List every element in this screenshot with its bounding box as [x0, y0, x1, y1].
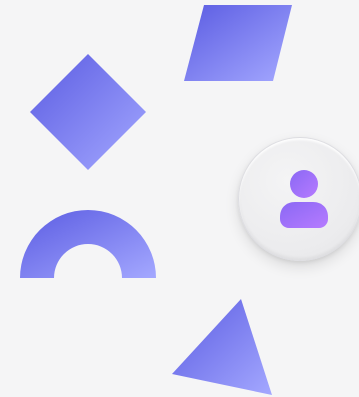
triangle-shape — [172, 299, 272, 395]
user-icon — [280, 170, 328, 228]
arch-shape — [20, 210, 156, 278]
diamond-shape — [30, 54, 146, 170]
shape-canvas — [0, 0, 359, 397]
profile-avatar-button[interactable] — [238, 137, 359, 261]
parallelogram-shape — [184, 5, 292, 81]
